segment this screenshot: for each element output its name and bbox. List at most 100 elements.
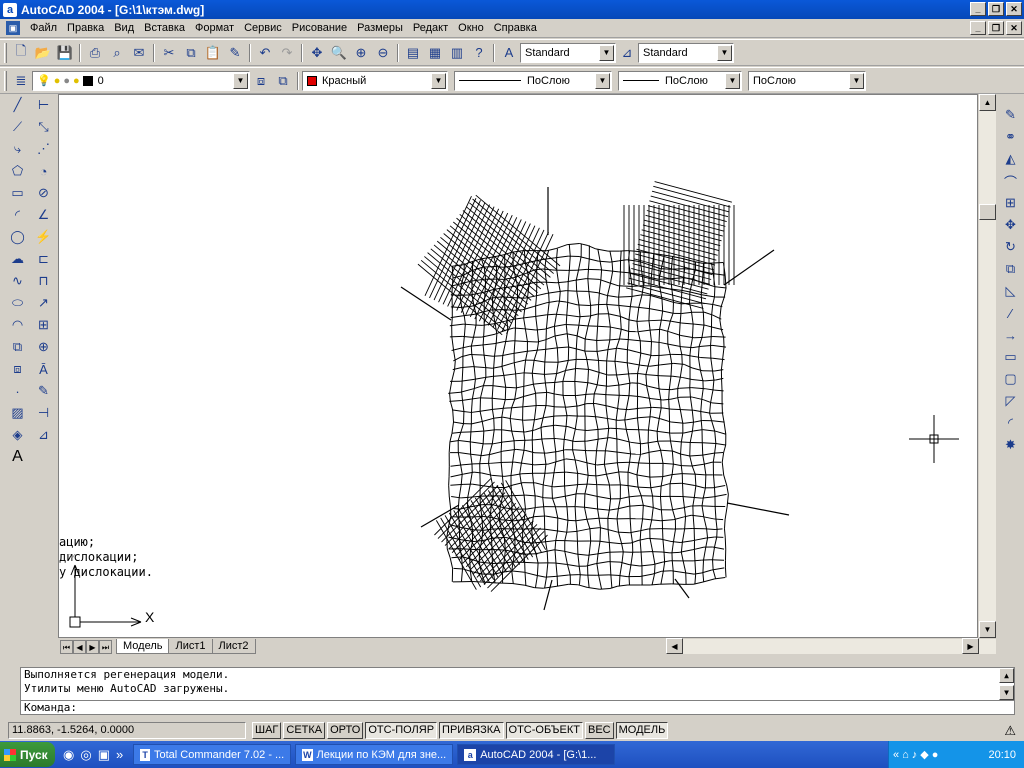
vertical-scrollbar[interactable]: ▲ ▼ bbox=[979, 94, 996, 638]
save-quicklaunch-icon[interactable]: ▣ bbox=[98, 747, 110, 763]
fillet-icon[interactable]: ◜ bbox=[1000, 412, 1022, 434]
status-toggle-5[interactable]: ОТС-ОБЪЕКТ bbox=[505, 722, 583, 739]
chevron-down-icon[interactable]: ▼ bbox=[717, 44, 732, 61]
scroll-down-button[interactable]: ▼ bbox=[979, 621, 996, 638]
toolbar-grip[interactable] bbox=[4, 42, 7, 63]
menu-dimension[interactable]: Размеры bbox=[352, 22, 408, 34]
join-icon[interactable]: ▢ bbox=[1000, 368, 1022, 390]
tab-layout2[interactable]: Лист2 bbox=[211, 639, 256, 654]
status-toggle-1[interactable]: СЕТКА bbox=[283, 722, 326, 739]
color-select[interactable]: Красный ▼ bbox=[302, 70, 448, 91]
redo-icon[interactable]: ↷ bbox=[276, 42, 298, 64]
dim-edit-icon[interactable]: Ā bbox=[33, 358, 55, 380]
firefox-icon[interactable]: ◉ bbox=[63, 747, 74, 763]
doc-restore-button[interactable]: ❐ bbox=[988, 21, 1004, 35]
print-preview-icon[interactable]: ⌕ bbox=[106, 42, 128, 64]
new-file-icon[interactable]: 🗋 bbox=[10, 42, 32, 64]
toolbar-grip[interactable] bbox=[4, 70, 7, 91]
polygon-icon[interactable]: ⬠ bbox=[7, 160, 29, 182]
menu-file[interactable]: Файл bbox=[25, 22, 62, 34]
polyline-icon[interactable]: ⤷ bbox=[7, 138, 29, 160]
lineweight-select[interactable]: ПоСлою ▼ bbox=[618, 70, 742, 91]
match-properties-icon[interactable]: ✎ bbox=[224, 42, 246, 64]
line-icon[interactable]: ╱ bbox=[7, 94, 29, 116]
menu-modify[interactable]: Редакт bbox=[408, 22, 453, 34]
quick-dim-icon[interactable]: ⚡ bbox=[33, 226, 55, 248]
hatch-icon[interactable]: ▨ bbox=[7, 402, 29, 424]
ellipse-icon[interactable]: ⬭ bbox=[7, 292, 29, 314]
status-toggle-4[interactable]: ПРИВЯЗКА bbox=[439, 722, 504, 739]
scroll-left-button[interactable]: ◀ bbox=[666, 638, 683, 654]
dim-style-manager-icon[interactable]: ⊿ bbox=[33, 424, 55, 446]
layer-manager-icon[interactable]: ≣ bbox=[10, 70, 32, 92]
autocad-app-icon[interactable]: a bbox=[3, 2, 17, 17]
task-total-commander[interactable]: T Total Commander 7.02 - ... bbox=[133, 744, 292, 765]
prev-tab-button[interactable]: ◀ bbox=[73, 639, 86, 654]
first-tab-button[interactable]: ⏮ bbox=[60, 639, 73, 654]
erase-icon[interactable]: ✎ bbox=[1000, 104, 1022, 126]
rotate-icon[interactable]: ↻ bbox=[1000, 236, 1022, 258]
minimize-button[interactable]: _ bbox=[970, 2, 986, 16]
revision-cloud-icon[interactable]: ☁ bbox=[7, 248, 29, 270]
last-tab-button[interactable]: ⏭ bbox=[99, 639, 112, 654]
layer-select[interactable]: 💡 ● ● ● 0 ▼ bbox=[32, 70, 250, 91]
cmd-scroll-down[interactable]: ▼ bbox=[999, 685, 1014, 700]
extend-icon[interactable]: → bbox=[1000, 324, 1022, 346]
doc-minimize-button[interactable]: _ bbox=[970, 21, 986, 35]
pan-icon[interactable]: ✥ bbox=[306, 42, 328, 64]
properties-icon[interactable]: ▤ bbox=[402, 42, 424, 64]
linear-dim-icon[interactable]: ⊢ bbox=[33, 94, 55, 116]
text-style-icon[interactable]: A bbox=[498, 42, 520, 64]
zoom-previous-icon[interactable]: ⊖ bbox=[372, 42, 394, 64]
rectangle-icon[interactable]: ▭ bbox=[7, 182, 29, 204]
chamfer-icon[interactable]: ◸ bbox=[1000, 390, 1022, 412]
open-file-icon[interactable]: 📂 bbox=[32, 42, 54, 64]
paste-icon[interactable]: 📋 bbox=[202, 42, 224, 64]
chevron-down-icon[interactable]: ▼ bbox=[431, 72, 446, 89]
menu-edit[interactable]: Правка bbox=[62, 22, 109, 34]
explode-icon[interactable]: ✸ bbox=[1000, 434, 1022, 456]
tab-layout1[interactable]: Лист1 bbox=[168, 639, 213, 654]
continue-dim-icon[interactable]: ⊓ bbox=[33, 270, 55, 292]
baseline-dim-icon[interactable]: ⊏ bbox=[33, 248, 55, 270]
radius-dim-icon[interactable]: ◔ bbox=[33, 160, 55, 182]
copy-object-icon[interactable]: ⚭ bbox=[1000, 126, 1022, 148]
command-window[interactable]: Выполняется регенерация модели. Утилиты … bbox=[20, 667, 1015, 715]
plotstyle-select[interactable]: ПоСлою ▼ bbox=[748, 70, 866, 91]
stretch-icon[interactable]: ◺ bbox=[1000, 280, 1022, 302]
design-center-icon[interactable]: ▦ bbox=[424, 42, 446, 64]
horizontal-scrollbar[interactable]: ◀ ▶ bbox=[666, 638, 996, 654]
dim-style-icon[interactable]: ⊿ bbox=[616, 42, 638, 64]
chevron-down-icon[interactable]: ▼ bbox=[725, 72, 740, 89]
linetype-select[interactable]: ПоСлою ▼ bbox=[454, 70, 612, 91]
publish-icon[interactable]: ✉ bbox=[128, 42, 150, 64]
coordinates-readout[interactable]: 11.8863, -1.5264, 0.0000 bbox=[8, 722, 246, 739]
chevron-down-icon[interactable]: ▼ bbox=[595, 72, 610, 89]
volume-icon[interactable]: ♪ bbox=[912, 749, 918, 761]
task-word-lectures[interactable]: W Лекции по КЭМ для зне... bbox=[295, 744, 454, 765]
insert-block-icon[interactable]: ⧉ bbox=[7, 336, 29, 358]
move-icon[interactable]: ✥ bbox=[1000, 214, 1022, 236]
trim-icon[interactable]: ⁄ bbox=[1000, 302, 1022, 324]
print-icon[interactable]: ⎙ bbox=[84, 42, 106, 64]
task-autocad[interactable]: a AutoCAD 2004 - [G:\1... bbox=[457, 744, 616, 765]
cut-icon[interactable]: ✂ bbox=[158, 42, 180, 64]
menu-format[interactable]: Формат bbox=[190, 22, 239, 34]
tray-expand-icon[interactable]: « bbox=[893, 749, 899, 761]
browser-icon[interactable]: ◎ bbox=[80, 747, 91, 763]
make-block-icon[interactable]: ⧈ bbox=[7, 358, 29, 380]
cmd-scroll-up[interactable]: ▲ bbox=[999, 668, 1014, 683]
spline-icon[interactable]: ∿ bbox=[7, 270, 29, 292]
status-toggle-2[interactable]: ОРТО bbox=[327, 722, 364, 739]
command-prompt[interactable]: Команда: bbox=[21, 700, 1014, 715]
tool-palettes-icon[interactable]: ▥ bbox=[446, 42, 468, 64]
quick-leader-icon[interactable]: ↗ bbox=[33, 292, 55, 314]
break-icon[interactable]: ▭ bbox=[1000, 346, 1022, 368]
circle-icon[interactable]: ◯ bbox=[7, 226, 29, 248]
menu-help[interactable]: Справка bbox=[489, 22, 542, 34]
security-icon[interactable]: ● bbox=[932, 749, 939, 761]
dim-text-edit-icon[interactable]: ✎ bbox=[33, 380, 55, 402]
layer-previous-icon[interactable]: ⧉ bbox=[272, 70, 294, 92]
copy-icon[interactable]: ⧉ bbox=[180, 42, 202, 64]
antivirus-icon[interactable]: ◆ bbox=[920, 748, 928, 761]
